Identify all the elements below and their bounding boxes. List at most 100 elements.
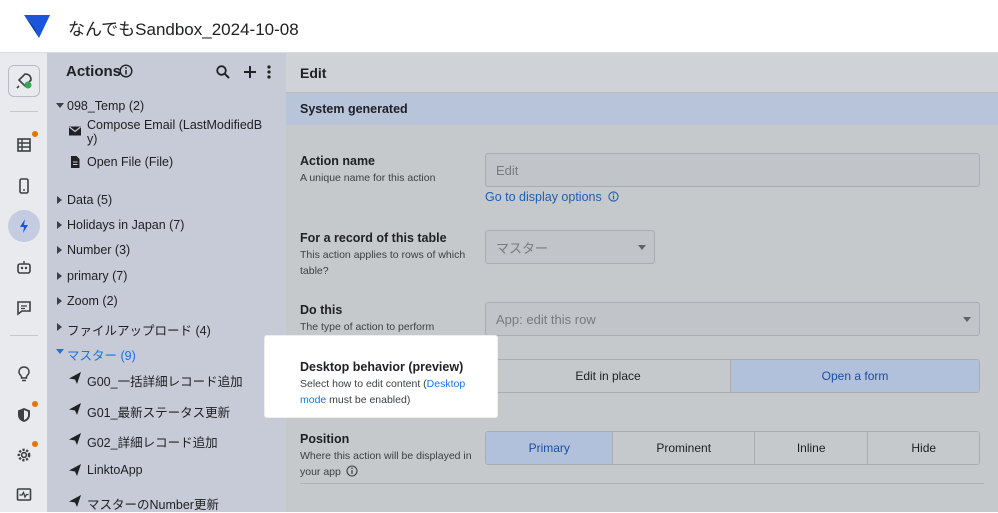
bot-icon[interactable] — [8, 251, 40, 283]
section-header[interactable]: System generated — [286, 93, 998, 125]
position-toggle: Primary Prominent Inline Hide — [485, 431, 980, 465]
app-title: なんでもSandbox_2024-10-08 — [68, 20, 299, 39]
tree-label: Open File (File) — [87, 155, 174, 169]
tree-label: マスターのNumber更新 — [87, 498, 219, 512]
chevron-down-icon — [638, 245, 646, 250]
mail-icon — [69, 126, 81, 136]
tree-label: Zoom (2) — [67, 294, 118, 308]
security-badge — [32, 401, 38, 407]
security-icon[interactable] — [8, 399, 40, 431]
app-view-icon[interactable] — [8, 170, 40, 202]
tree-folder-master[interactable]: マスター (9) — [48, 344, 286, 363]
tree-action-open-file[interactable]: Open File (File) — [48, 154, 286, 170]
option-prominent[interactable]: Prominent — [612, 432, 754, 464]
tree-label: Data (5) — [67, 193, 113, 207]
do-this-select-value: App: edit this row — [496, 311, 596, 327]
nav-rail — [0, 53, 48, 512]
tree-label: Holidays in Japan (7) — [67, 218, 185, 232]
section-title: System generated — [300, 102, 408, 116]
actions-icon[interactable] — [8, 210, 40, 242]
tree-action-g02[interactable]: G02_詳細レコード追加 — [48, 431, 286, 450]
do-this-select[interactable]: App: edit this row — [485, 302, 980, 336]
tree-folder-holidays[interactable]: Holidays in Japan (7) — [48, 217, 286, 233]
desktop-behavior-spotlight: Desktop behavior (preview) Select how to… — [265, 336, 497, 417]
tree-label-continued: y) — [87, 132, 98, 146]
actions-panel-title: Actions — [66, 63, 122, 80]
tree-action-compose-email[interactable]: Compose Email (LastModifiedB y) — [48, 117, 286, 147]
expand-icon — [57, 297, 62, 305]
more-vert-icon[interactable] — [261, 64, 277, 80]
tree-label: G02_詳細レコード追加 — [87, 436, 218, 450]
tree-action-g00[interactable]: G00_一括詳細レコード追加 — [48, 370, 286, 389]
tree-folder-098-temp[interactable]: 098_Temp (2) — [48, 98, 286, 114]
appsheet-logo-icon[interactable] — [22, 12, 52, 40]
table-select[interactable]: マスター — [485, 230, 655, 264]
tree-label: LinktoApp — [87, 463, 143, 477]
actions-panel-header: Actions — [48, 53, 286, 91]
send-icon — [69, 495, 81, 507]
action-name-desc: A unique name for this action — [300, 172, 436, 184]
launch-icon[interactable] — [8, 65, 40, 97]
tree-action-g01[interactable]: G01_最新ステータス更新 — [48, 401, 286, 420]
editor-header: Edit — [286, 53, 998, 93]
expand-icon — [57, 246, 62, 254]
chevron-down-icon — [963, 317, 971, 322]
actions-panel: Actions 098_Temp (2) Compose Email (Last… — [48, 53, 286, 512]
expand-icon — [57, 272, 62, 280]
option-hide[interactable]: Hide — [867, 432, 979, 464]
option-edit-in-place[interactable]: Edit in place — [486, 360, 731, 392]
action-name-input[interactable]: Edit — [485, 153, 980, 187]
option-open-a-form[interactable]: Open a form — [730, 360, 979, 392]
tree-folder-number[interactable]: Number (3) — [48, 242, 286, 258]
intelligence-icon[interactable] — [8, 358, 40, 390]
tree-folder-file-upload[interactable]: ファイルアップロード (4) — [48, 319, 286, 338]
tree-label: Compose Email (LastModifiedB — [87, 118, 263, 132]
do-this-title: Do this — [300, 303, 343, 317]
desktop-behavior-toggle: Edit in place Open a form — [485, 359, 980, 393]
expand-icon — [57, 221, 62, 229]
divider — [300, 483, 984, 484]
data-icon[interactable] — [8, 129, 40, 161]
option-primary[interactable]: Primary — [486, 432, 613, 464]
send-icon — [69, 433, 81, 445]
tree-folder-data[interactable]: Data (5) — [48, 192, 286, 208]
desktop-desc-after: must be enabled) — [326, 394, 411, 406]
tree-action-linktoapp[interactable]: LinktoApp — [48, 462, 286, 478]
tree-label: マスター (9) — [67, 349, 136, 363]
info-icon — [608, 191, 619, 202]
do-this-desc: The type of action to perform — [300, 321, 435, 333]
monitor-icon[interactable] — [8, 479, 40, 511]
tree-folder-primary[interactable]: primary (7) — [48, 268, 286, 284]
expand-icon — [56, 349, 64, 354]
info-icon[interactable] — [119, 64, 133, 78]
expand-icon — [56, 103, 64, 108]
file-icon — [71, 156, 80, 168]
desktop-behavior-desc: Select how to edit content (Desktop mode… — [300, 376, 490, 408]
table-select-value: マスター — [496, 240, 549, 256]
tree-label: G00_一括詳細レコード追加 — [87, 375, 243, 389]
data-badge — [32, 131, 38, 137]
add-icon[interactable] — [242, 64, 258, 80]
info-icon[interactable] — [346, 465, 358, 477]
action-editor: Edit System generated Action name A uniq… — [286, 53, 998, 512]
settings-icon[interactable] — [8, 439, 40, 471]
display-options-link-label: Go to display options — [485, 190, 602, 204]
expand-icon — [57, 323, 62, 331]
tree-folder-zoom[interactable]: Zoom (2) — [48, 293, 286, 309]
option-inline[interactable]: Inline — [753, 432, 868, 464]
position-title: Position — [300, 432, 350, 446]
chat-icon[interactable] — [8, 292, 40, 324]
tree-action-master-number[interactable]: マスターのNumber更新 — [48, 493, 286, 512]
settings-badge — [32, 441, 38, 447]
action-name-title: Action name — [300, 154, 376, 168]
tree-label: primary (7) — [67, 269, 128, 283]
position-desc: Where this action will be displayed in y… — [300, 448, 480, 480]
desktop-desc-before: Select how to edit content ( — [300, 378, 427, 390]
top-bar: なんでもSandbox_2024-10-08 — [0, 0, 998, 53]
search-icon[interactable] — [215, 64, 231, 80]
editor-title: Edit — [300, 65, 327, 81]
action-name-value: Edit — [496, 162, 519, 178]
tree-label: ファイルアップロード (4) — [67, 324, 211, 338]
display-options-link[interactable]: Go to display options — [485, 190, 619, 204]
send-icon — [69, 372, 81, 384]
